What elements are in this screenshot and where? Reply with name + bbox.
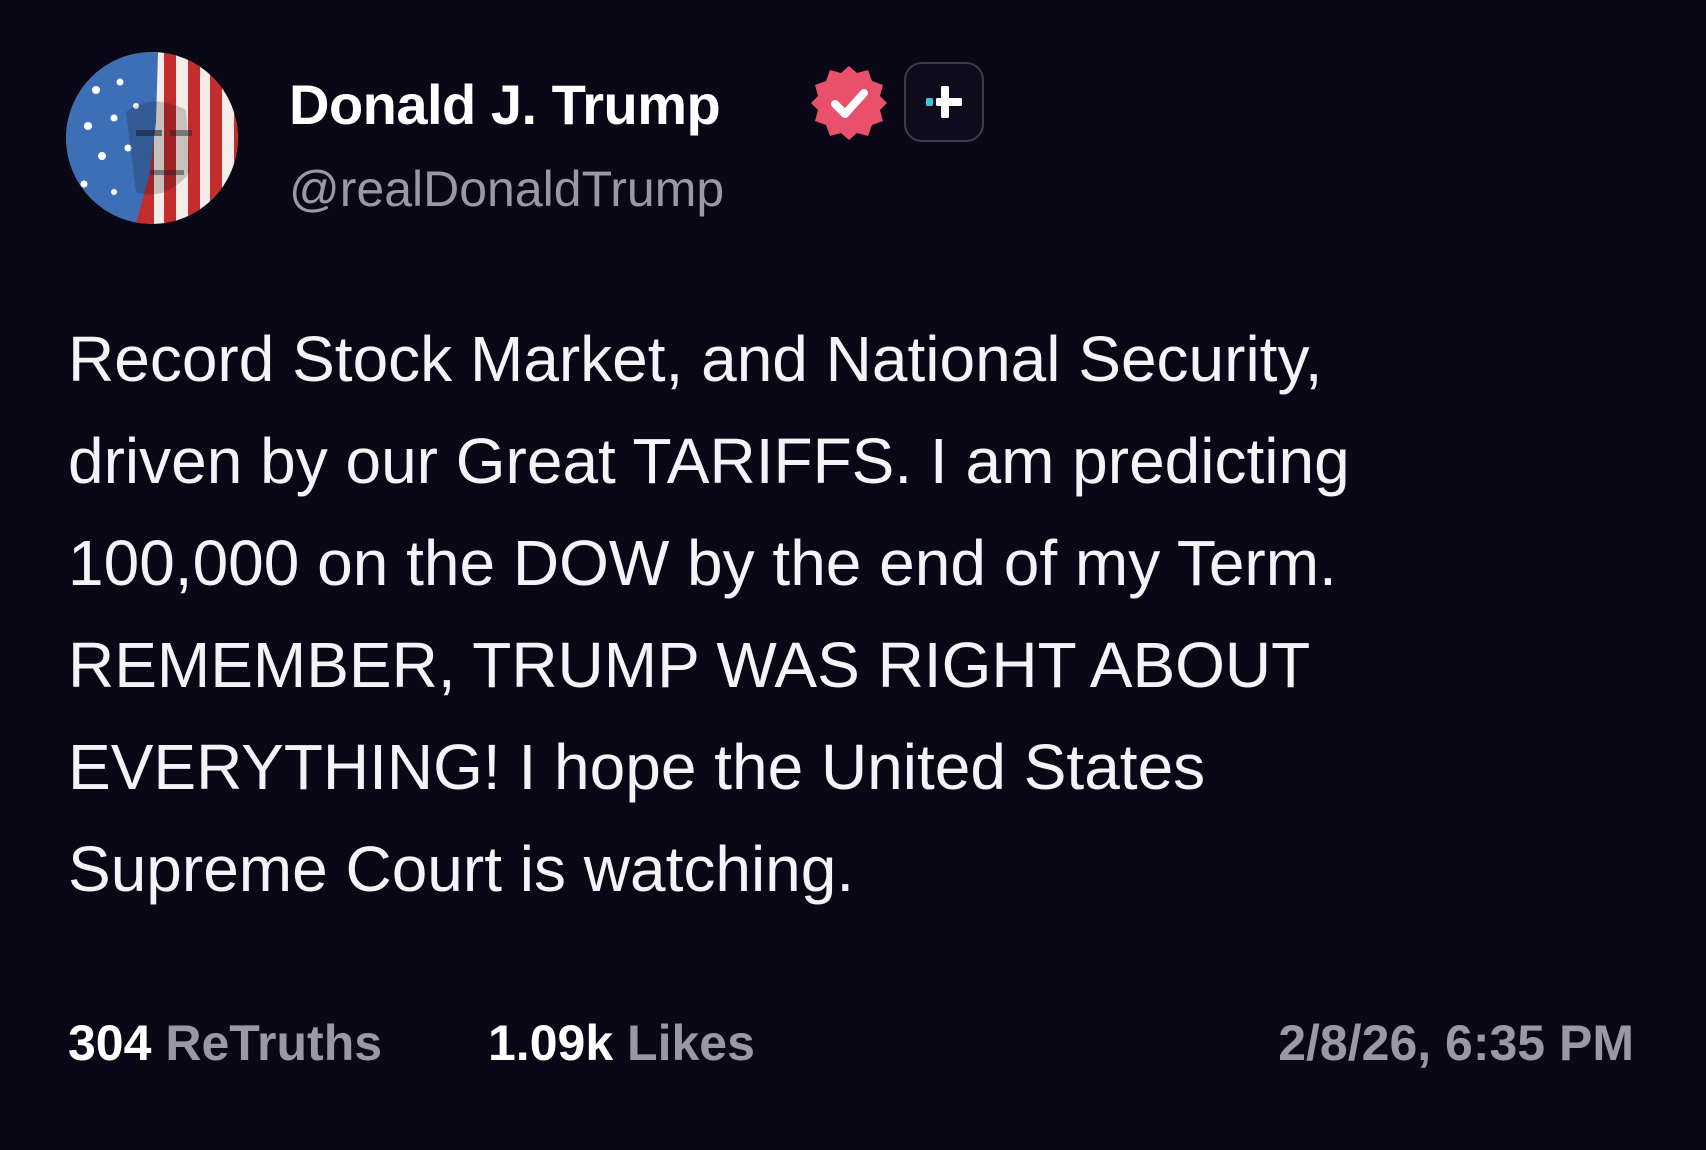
- post-body: Record Stock Market, and National Securi…: [68, 308, 1648, 920]
- likes-stat[interactable]: 1.09k Likes: [488, 1010, 755, 1076]
- post-footer: 304 ReTruths 1.09k Likes 2/8/26, 6:35 PM: [68, 1010, 1634, 1076]
- post-body-line: REMEMBER, TRUMP WAS RIGHT ABOUT: [68, 629, 1311, 701]
- post-body-line: driven by our Great TARIFFS. I am predic…: [68, 425, 1350, 497]
- verified-check-badge-icon: [808, 62, 890, 144]
- plus-badge-icon: [904, 62, 984, 142]
- post-body-line: Supreme Court is watching.: [68, 833, 855, 905]
- likes-label: Likes: [627, 1015, 755, 1071]
- post-body-line: EVERYTHING! I hope the United States: [68, 731, 1206, 803]
- avatar[interactable]: [66, 52, 238, 224]
- post-body-line: 100,000 on the DOW by the end of my Term…: [68, 527, 1337, 599]
- post-timestamp: 2/8/26, 6:35 PM: [1278, 1015, 1634, 1071]
- post-body-line: Record Stock Market, and National Securi…: [68, 323, 1323, 395]
- avatar-image: [66, 52, 238, 224]
- retruths-stat[interactable]: 304 ReTruths: [68, 1010, 382, 1076]
- author-display-name[interactable]: Donald J. Trump: [289, 70, 721, 140]
- truth-post: Donald J. Trump @realDonaldTrump Record …: [0, 0, 1706, 1150]
- retruths-count: 304: [68, 1015, 152, 1071]
- likes-count: 1.09k: [488, 1015, 614, 1071]
- retruths-label: ReTruths: [165, 1015, 383, 1071]
- author-handle[interactable]: @realDonaldTrump: [289, 158, 724, 220]
